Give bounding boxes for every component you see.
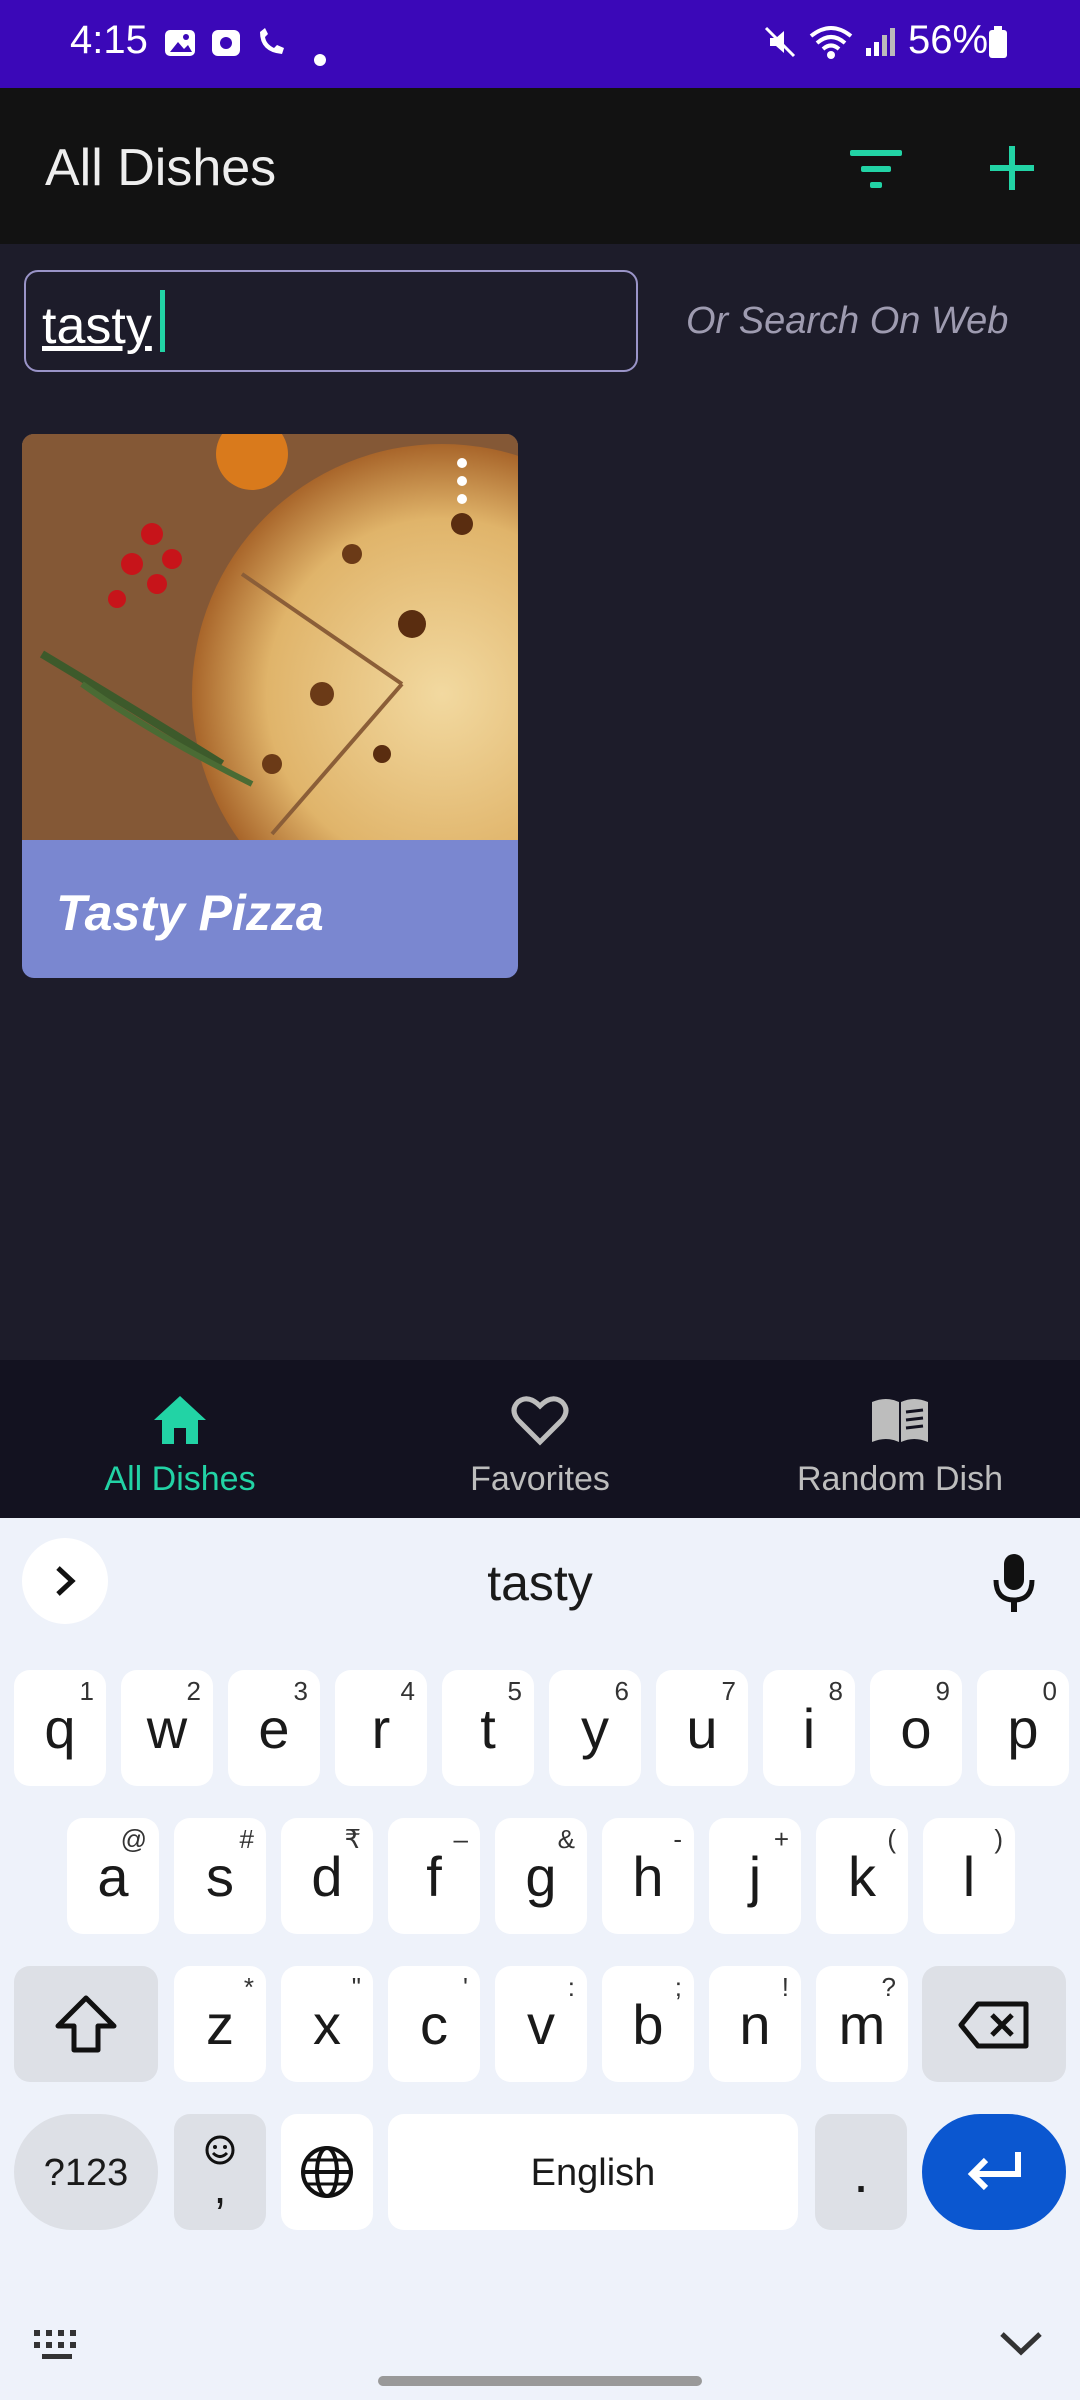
more-notifications-dot xyxy=(314,54,326,66)
nav-label: All Dishes xyxy=(104,1460,256,1498)
backspace-icon xyxy=(958,2001,1029,2049)
keyboard-toolbar-expand-button[interactable] xyxy=(22,1538,108,1624)
key-x[interactable]: x " xyxy=(281,1966,373,2082)
space-key[interactable]: English xyxy=(388,2114,798,2230)
heart-icon xyxy=(511,1396,569,1446)
more-options-icon[interactable] xyxy=(454,456,470,506)
dish-image xyxy=(22,434,518,840)
key-g[interactable]: g & xyxy=(495,1818,587,1934)
globe-icon xyxy=(301,2146,353,2198)
book-icon xyxy=(872,1399,928,1442)
nav-label: Favorites xyxy=(470,1460,610,1498)
search-input[interactable]: tasty xyxy=(24,270,638,372)
bottom-navigation: All Dishes Favorites Random Dish xyxy=(0,1360,1080,1518)
dish-card[interactable]: Tasty Pizza xyxy=(22,434,518,978)
home-icon xyxy=(154,1396,206,1444)
add-dish-icon[interactable] xyxy=(984,140,1040,196)
backspace-key[interactable] xyxy=(922,1966,1066,2082)
symbols-key[interactable]: ?123 xyxy=(14,2114,158,2230)
nav-label: Random Dish xyxy=(797,1460,1003,1498)
microphone-icon[interactable] xyxy=(990,1552,1038,1614)
shift-icon xyxy=(55,1995,117,2053)
dish-title: Tasty Pizza xyxy=(56,885,324,941)
enter-key[interactable] xyxy=(922,2114,1066,2230)
key-c[interactable]: c ' xyxy=(388,1966,480,2082)
key-k[interactable]: k( xyxy=(816,1818,908,1934)
key-j[interactable]: j + xyxy=(709,1818,801,1934)
search-input-value: tasty xyxy=(42,297,152,355)
key-n[interactable]: n! xyxy=(709,1966,801,2082)
key-y[interactable]: y6 xyxy=(549,1670,641,1786)
gallery-notification-icon xyxy=(165,30,195,56)
hide-keyboard-icon[interactable] xyxy=(998,2328,1044,2358)
key-v[interactable]: v: xyxy=(495,1966,587,2082)
key-r[interactable]: r4 xyxy=(335,1670,427,1786)
key-a[interactable]: a @ xyxy=(67,1818,159,1934)
chevron-right-icon xyxy=(56,1566,76,1596)
search-on-web-link[interactable]: Or Search On Web xyxy=(686,300,1008,343)
key-e[interactable]: e3 xyxy=(228,1670,320,1786)
nav-item-favorites[interactable]: Favorites xyxy=(360,1360,720,1518)
mute-icon xyxy=(764,26,796,58)
app-notification-icon xyxy=(212,30,240,56)
enter-icon xyxy=(967,2152,1021,2191)
key-b[interactable]: b; xyxy=(602,1966,694,2082)
key-h[interactable]: h- xyxy=(602,1818,694,1934)
battery-icon xyxy=(989,26,1007,58)
signal-icon xyxy=(866,28,895,56)
status-bar: 4:15 56% xyxy=(0,0,1080,88)
battery-percentage: 56% xyxy=(908,18,989,62)
call-notification-icon xyxy=(260,28,284,54)
shift-key[interactable] xyxy=(14,1966,158,2082)
status-time: 4:15 xyxy=(70,18,148,62)
period-key[interactable]: . xyxy=(815,2114,907,2230)
key-f[interactable]: f – xyxy=(388,1818,480,1934)
language-key[interactable] xyxy=(281,2114,373,2230)
nav-item-random-dish[interactable]: Random Dish xyxy=(720,1360,1080,1518)
soft-keyboard: tasty q1 w2 e3 r4 t5 y6 u7 i8 o9 p0 a @ s… xyxy=(0,1518,1080,2400)
app-bar: All Dishes xyxy=(0,88,1080,244)
keyboard-switch-icon[interactable] xyxy=(32,2328,86,2364)
key-d[interactable]: d ₹ xyxy=(281,1818,373,1934)
page-title: All Dishes xyxy=(45,139,277,197)
key-u[interactable]: u7 xyxy=(656,1670,748,1786)
key-s[interactable]: s # xyxy=(174,1818,266,1934)
key-t[interactable]: t5 xyxy=(442,1670,534,1786)
key-w[interactable]: w2 xyxy=(121,1670,213,1786)
text-cursor xyxy=(160,290,165,352)
key-m[interactable]: m? xyxy=(816,1966,908,2082)
suggestion-word[interactable]: tasty xyxy=(380,1554,700,1612)
nav-item-all-dishes[interactable]: All Dishes xyxy=(0,1360,360,1518)
key-i[interactable]: i8 xyxy=(763,1670,855,1786)
key-l[interactable]: l) xyxy=(923,1818,1015,1934)
emoji-comma-key[interactable]: , xyxy=(174,2114,266,2230)
key-q[interactable]: q1 xyxy=(14,1670,106,1786)
key-p[interactable]: p0 xyxy=(977,1670,1069,1786)
wifi-icon xyxy=(809,26,853,59)
filter-icon[interactable] xyxy=(846,144,906,194)
key-z[interactable]: z * xyxy=(174,1966,266,2082)
gesture-bar[interactable] xyxy=(378,2376,702,2386)
key-o[interactable]: o9 xyxy=(870,1670,962,1786)
